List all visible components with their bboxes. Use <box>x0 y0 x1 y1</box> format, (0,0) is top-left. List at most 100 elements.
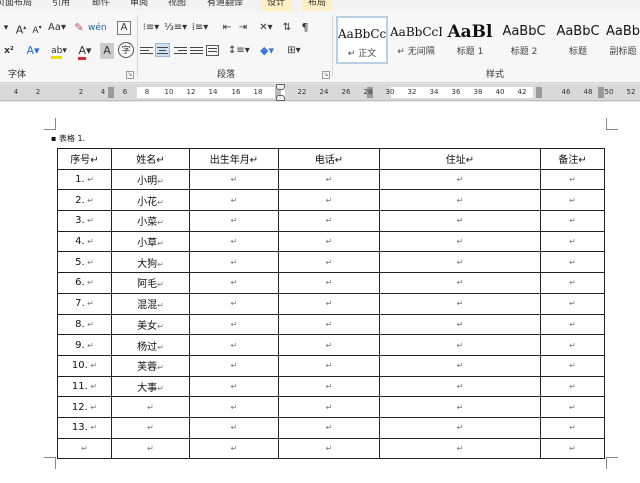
table-cell[interactable]: ↵ <box>278 375 380 398</box>
clear-format-icon[interactable]: ✎ <box>72 20 86 36</box>
table-cell[interactable]: ↵ <box>278 416 380 439</box>
table-header-cell[interactable]: 住址↵ <box>379 148 541 170</box>
table-header-cell[interactable]: 电话↵ <box>278 148 380 170</box>
align-left-icon[interactable] <box>140 45 153 56</box>
table-cell[interactable]: ↵ <box>540 375 605 398</box>
table-cell[interactable]: ↵ <box>379 292 541 315</box>
table-cell[interactable]: ↵ <box>57 437 112 460</box>
table-cell[interactable]: ↵ <box>278 292 380 315</box>
table-cell[interactable]: 8. ↵ <box>57 313 112 336</box>
table-cell[interactable]: ↵ <box>540 334 605 356</box>
first-line-indent-icon[interactable] <box>276 84 285 90</box>
char-border-icon[interactable]: A <box>117 21 131 35</box>
table-cell[interactable]: ↵ <box>189 210 279 232</box>
table-cell[interactable]: ↵ <box>540 189 605 212</box>
table-cell[interactable]: 12. ↵ <box>57 396 112 418</box>
table-cell[interactable]: ↵ <box>540 396 605 418</box>
table-cell[interactable]: ↵ <box>189 272 279 294</box>
tab-review[interactable]: 审阅 <box>130 0 148 9</box>
table-cell[interactable]: 小菜↵ <box>111 210 190 232</box>
table-cell[interactable]: ↵ <box>379 396 541 418</box>
table-cell[interactable]: ↵ <box>278 168 380 191</box>
table-cell[interactable]: 杨过↵ <box>111 334 190 356</box>
table-cell[interactable]: 10. ↵ <box>57 354 112 377</box>
table-cell[interactable]: ↵ <box>189 416 279 439</box>
table-cell[interactable]: ↵ <box>111 396 190 418</box>
table-cell[interactable]: ↵ <box>189 313 279 336</box>
highlight-icon[interactable]: ab▾ <box>48 43 70 59</box>
table-cell[interactable]: ↵ <box>379 210 541 232</box>
table-cell[interactable]: ↵ <box>111 437 190 460</box>
distributed-icon[interactable] <box>206 45 219 56</box>
char-shading-icon[interactable]: A <box>100 43 114 59</box>
table-cell[interactable]: 美女↵ <box>111 313 190 336</box>
table-cell[interactable]: ↵ <box>540 416 605 439</box>
align-right-icon[interactable] <box>174 45 187 56</box>
table-cell[interactable]: ↵ <box>111 416 190 439</box>
table-cell[interactable]: ↵ <box>278 396 380 418</box>
style-no-spacing[interactable]: AaBbCcI ↵ 无间隔 <box>390 16 442 64</box>
tab-layout[interactable]: 布局 <box>302 0 333 11</box>
table-cell[interactable]: ↵ <box>189 437 279 460</box>
table-cell[interactable]: ↵ <box>189 396 279 418</box>
sort-icon[interactable]: ⇅ <box>280 20 294 36</box>
font-color-icon[interactable]: A▾ <box>74 43 96 60</box>
table-cell[interactable]: ↵ <box>379 272 541 294</box>
table-cell[interactable]: ↵ <box>278 189 380 212</box>
table-cell[interactable]: ↵ <box>189 168 279 191</box>
decrease-indent-icon[interactable]: ⇤ <box>220 20 234 36</box>
table-cell[interactable]: 阿毛↵ <box>111 272 190 294</box>
table-cell[interactable]: ↵ <box>540 292 605 315</box>
document-page[interactable]: ▪ 表格 1. 序号↵ 姓名↵ 出生年月↵ 电话↵ 住址↵ 备注↵ 1. ↵ 小明↵ ↵ ↵ ↵ ↵ 2… <box>0 102 640 483</box>
table-cell[interactable]: ↵ <box>379 354 541 377</box>
show-marks-icon[interactable]: ¶ <box>298 20 312 36</box>
tab-page-layout[interactable]: 页面布局 <box>0 0 32 9</box>
table-cell[interactable]: ↵ <box>540 230 605 253</box>
table-cell[interactable]: 2. ↵ <box>57 189 112 212</box>
table-cell[interactable]: ↵ <box>379 437 541 460</box>
ruler-column-marker[interactable] <box>108 87 114 98</box>
tab-references[interactable]: 引用 <box>52 0 70 9</box>
table-header-cell[interactable]: 备注↵ <box>540 148 605 170</box>
table-cell[interactable]: 混混↵ <box>111 292 190 315</box>
table-cell[interactable]: ↵ <box>379 375 541 398</box>
table-cell[interactable]: ↵ <box>189 189 279 212</box>
table-cell[interactable]: ↵ <box>540 168 605 191</box>
tab-youdao[interactable]: 有道翻译 <box>207 0 243 9</box>
style-subtitle[interactable]: AaBb 副标题 <box>606 16 640 64</box>
line-spacing-icon[interactable]: ↕≡▾ <box>228 43 250 59</box>
table-cell[interactable]: ↵ <box>189 251 279 274</box>
grow-font-icon[interactable]: A▴ <box>14 20 28 37</box>
table-cell[interactable]: ↵ <box>540 354 605 377</box>
table-cell[interactable]: 4. ↵ <box>57 230 112 253</box>
table-header-cell[interactable]: 出生年月↵ <box>189 148 279 170</box>
bullets-icon[interactable]: ⁝≡▾ <box>140 20 162 36</box>
table-cell[interactable]: 11. ↵ <box>57 375 112 398</box>
enclose-char-icon[interactable]: 字 <box>118 42 134 58</box>
table-cell[interactable]: 7. ↵ <box>57 292 112 315</box>
table-cell[interactable]: ↵ <box>540 251 605 274</box>
table-cell[interactable]: ↵ <box>379 416 541 439</box>
hanging-indent-icon[interactable] <box>276 95 285 101</box>
tab-mailings[interactable]: 邮件 <box>92 0 110 9</box>
table-cell[interactable]: ↵ <box>278 313 380 336</box>
font-dialog-launcher-icon[interactable]: ↘ <box>126 71 134 79</box>
table-cell[interactable]: ↵ <box>379 168 541 191</box>
font-size-dropdown-icon[interactable]: ▾ <box>0 20 12 36</box>
shrink-font-icon[interactable]: A▾ <box>30 20 44 36</box>
table-cell[interactable]: ↵ <box>189 375 279 398</box>
increase-indent-icon[interactable]: ⇥ <box>236 20 250 36</box>
table-cell[interactable]: ↵ <box>278 272 380 294</box>
table-cell[interactable]: ↵ <box>379 334 541 356</box>
table-cell[interactable]: 13. ↵ <box>57 416 112 439</box>
table-header-cell[interactable]: 姓名↵ <box>111 148 190 170</box>
table-cell[interactable]: ↵ <box>278 251 380 274</box>
borders-icon[interactable]: ⊞▾ <box>282 43 306 59</box>
table-cell[interactable]: ↵ <box>278 354 380 377</box>
table-cell[interactable]: 大事↵ <box>111 375 190 398</box>
paragraph-dialog-launcher-icon[interactable]: ↘ <box>322 71 330 79</box>
style-title[interactable]: AaBbC 标题 <box>552 16 604 64</box>
text-effects-icon[interactable]: A▾ <box>26 43 40 59</box>
table-cell[interactable]: ↵ <box>189 292 279 315</box>
table-cell[interactable]: 小明↵ <box>111 168 190 191</box>
